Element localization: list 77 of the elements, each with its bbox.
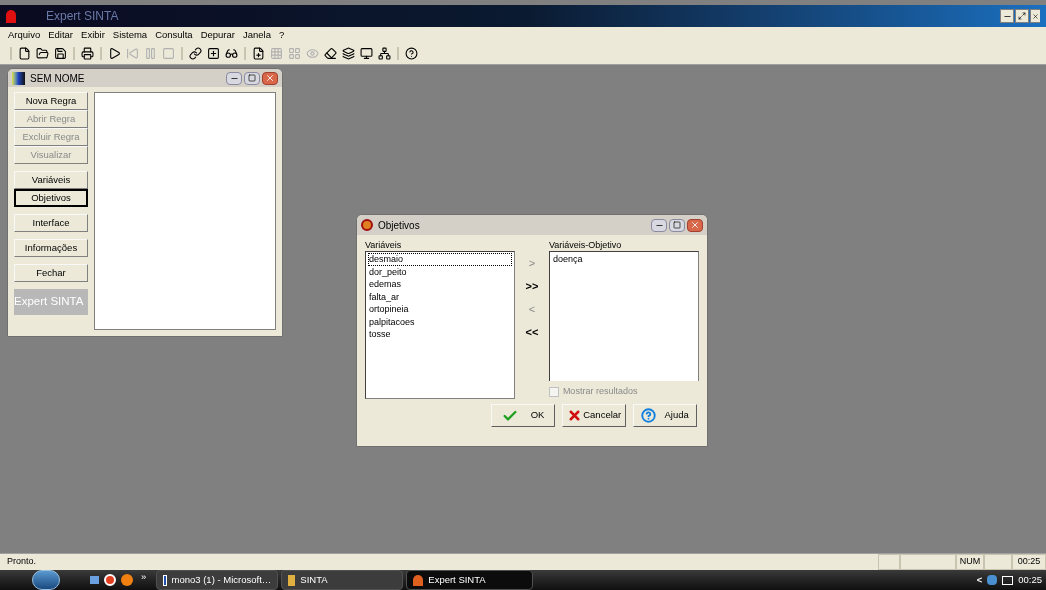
dialog-button[interactable]: Cancelar [562,404,626,427]
help-icon[interactable] [405,47,418,60]
menu-item[interactable]: Exibir [81,27,105,43]
dialog-button[interactable]: OK [491,404,555,427]
play-icon[interactable] [108,47,121,60]
tray-arrow[interactable]: < [976,572,983,588]
restore-icon [1018,12,1026,20]
menu-item[interactable]: Arquivo [8,27,41,43]
panel-button[interactable]: Interface [14,214,88,232]
minimize-button[interactable] [1000,9,1014,23]
menu-item[interactable]: Sistema [112,27,148,43]
taskbar-button[interactable]: Expert SINTA [406,570,534,590]
menu-item[interactable]: Consulta [155,27,193,43]
plus-box-icon[interactable] [207,47,220,60]
window-title: Expert SINTA [46,8,119,25]
menu-item[interactable]: Janela [242,27,271,43]
list-item[interactable]: edemas [368,278,513,291]
new-document-icon[interactable] [252,47,265,60]
close-icon [1032,12,1039,20]
close-button[interactable] [262,71,278,85]
window-title: SEM NOME [30,71,85,86]
close-button[interactable] [1030,9,1040,23]
list-item[interactable]: tosse [368,328,513,341]
help-icon [641,408,657,423]
eraser-icon[interactable] [324,47,337,60]
list-item[interactable]: dor_peito [368,265,513,278]
move-button[interactable]: << [525,325,539,339]
status-panel: NUM [956,554,984,570]
target-icon [361,219,373,231]
new-file-icon[interactable] [18,47,31,60]
menu-item[interactable]: Editar [48,27,74,43]
list-label: Variáveis-Objetivo [548,240,623,251]
move-button[interactable]: >> [525,279,539,293]
taskbar-button[interactable]: SINTA [281,570,404,590]
list-label: Variáveis [365,240,403,251]
status-panel [984,554,1012,570]
clock: 00:25 [1018,572,1042,587]
link-icon[interactable] [189,47,202,60]
list-item[interactable]: desmaio [368,253,513,266]
document-icon [163,574,167,586]
printer-icon[interactable] [81,47,94,60]
list-item[interactable]: falta_ar [368,290,513,303]
maximize-button[interactable] [669,218,685,232]
minimize-button[interactable] [226,71,242,85]
glasses-icon[interactable] [225,47,238,60]
dialog-button[interactable]: Ajuda [633,404,697,427]
panel-button[interactable]: Informações [14,239,88,257]
status-text: Pronto. [7,555,37,569]
layers-icon[interactable] [342,47,355,60]
maximize-icon [248,74,256,82]
list-item[interactable]: doença [551,253,696,266]
minimize-button[interactable] [651,218,667,232]
maximize-button[interactable] [244,71,260,85]
dialog-title: Objetivos [378,218,420,233]
close-button[interactable] [687,218,703,232]
menu-item[interactable]: Depurar [200,27,235,43]
more-button[interactable]: » [141,569,147,585]
checkbox-label: Mostrar resultados [562,385,638,398]
list-item[interactable]: palpitacoes [368,315,513,328]
monitor-icon[interactable] [360,47,373,60]
goals-list[interactable]: doença [548,251,699,381]
close-icon [690,220,700,230]
panel-button[interactable]: Variáveis [14,171,88,189]
panel-button[interactable]: Fechar [14,264,88,282]
list-item[interactable]: ortopineia [368,303,513,316]
variables-list[interactable]: desmaio dor_peito edemas falta_ar ortopineia palpitacoes tosse [365,251,516,399]
panel-button[interactable]: Objetivos [14,189,88,207]
menu-item[interactable]: ? [278,27,285,43]
panel-button[interactable]: Nova Regra [14,92,88,110]
monitor-icon [1002,575,1014,585]
status-panel: 00:25 [1012,554,1046,570]
close-icon [265,73,275,83]
network-icon[interactable] [378,47,391,60]
taskbar-button[interactable]: mono3 (1) - Microsoft… [156,570,279,590]
start-button[interactable] [32,570,60,590]
logo-panel: Expert SINTA [14,289,88,315]
maximize-icon [673,221,681,229]
